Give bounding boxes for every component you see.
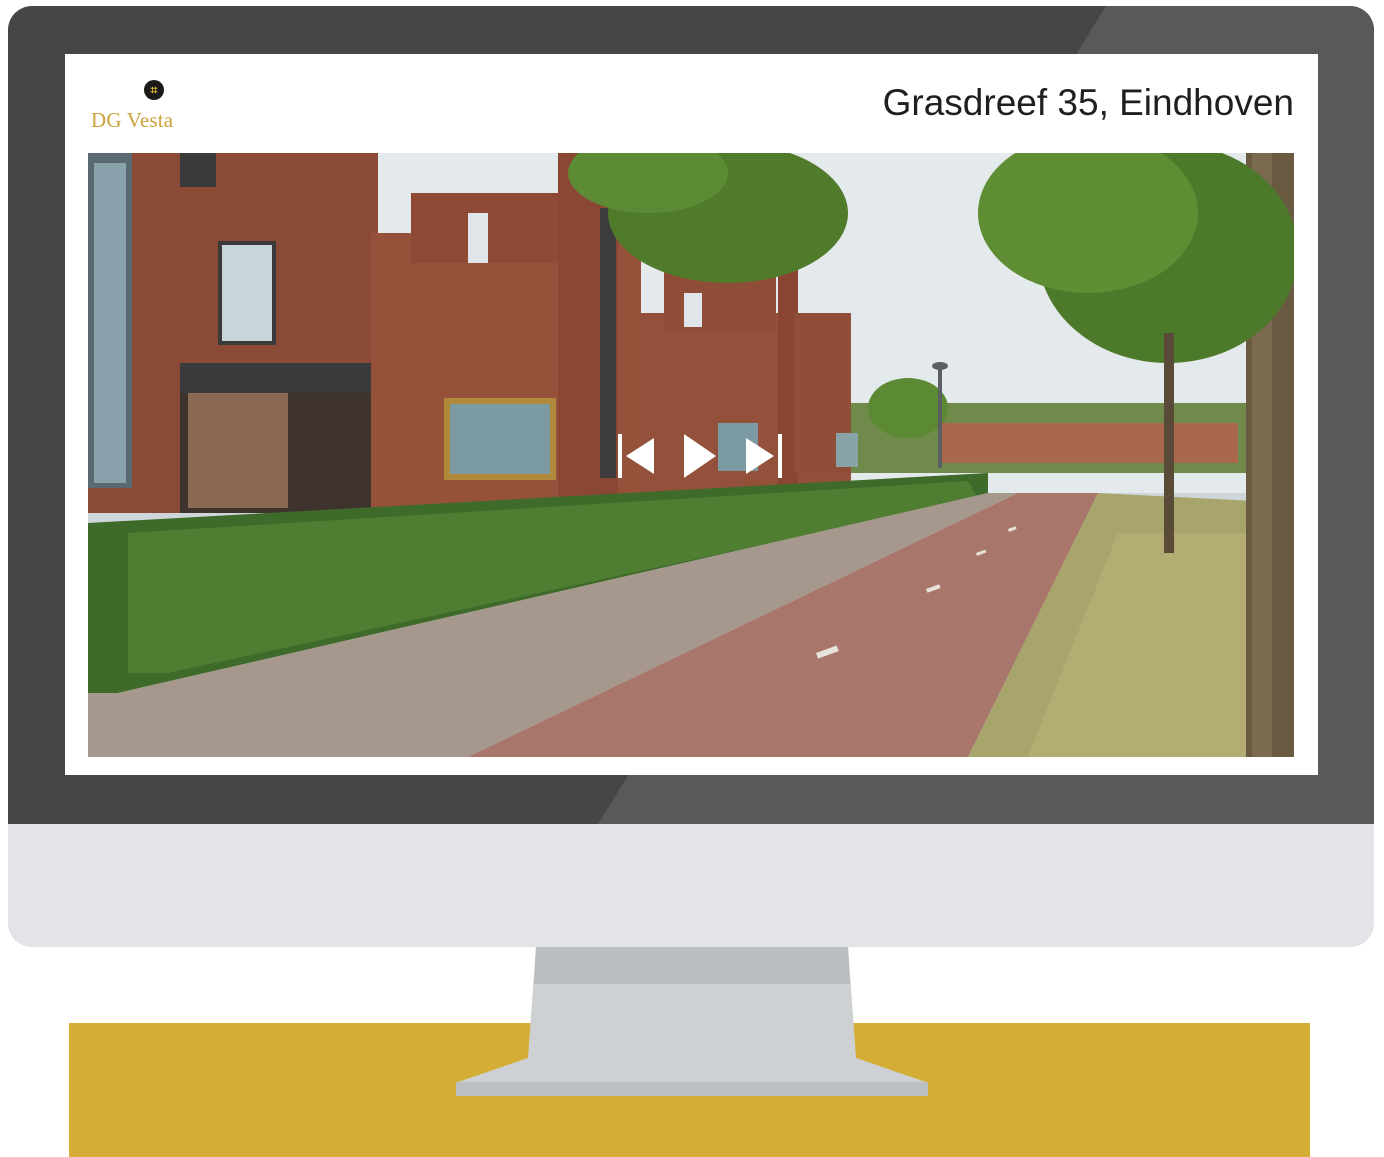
property-photo	[88, 153, 1294, 757]
monitor: ⌗ DG Vesta Grasdreef 35, Eindhoven	[8, 6, 1374, 947]
play-icon	[684, 434, 716, 478]
next-button[interactable]	[742, 428, 784, 484]
skip-next-icon	[746, 434, 782, 478]
play-button[interactable]	[680, 428, 720, 484]
monitor-stand	[456, 946, 928, 1096]
slideshow-controls	[616, 428, 786, 484]
screen: ⌗ DG Vesta Grasdreef 35, Eindhoven	[65, 54, 1318, 775]
monitor-chin	[8, 824, 1374, 947]
listing-address: Grasdreef 35, Eindhoven	[882, 82, 1294, 123]
previous-button[interactable]	[616, 428, 658, 484]
logo-emblem-icon: ⌗	[144, 80, 164, 100]
skip-previous-icon	[618, 434, 654, 478]
brand-logo[interactable]: ⌗ DG Vesta	[87, 78, 197, 138]
logo-text: DG Vesta	[91, 108, 174, 132]
